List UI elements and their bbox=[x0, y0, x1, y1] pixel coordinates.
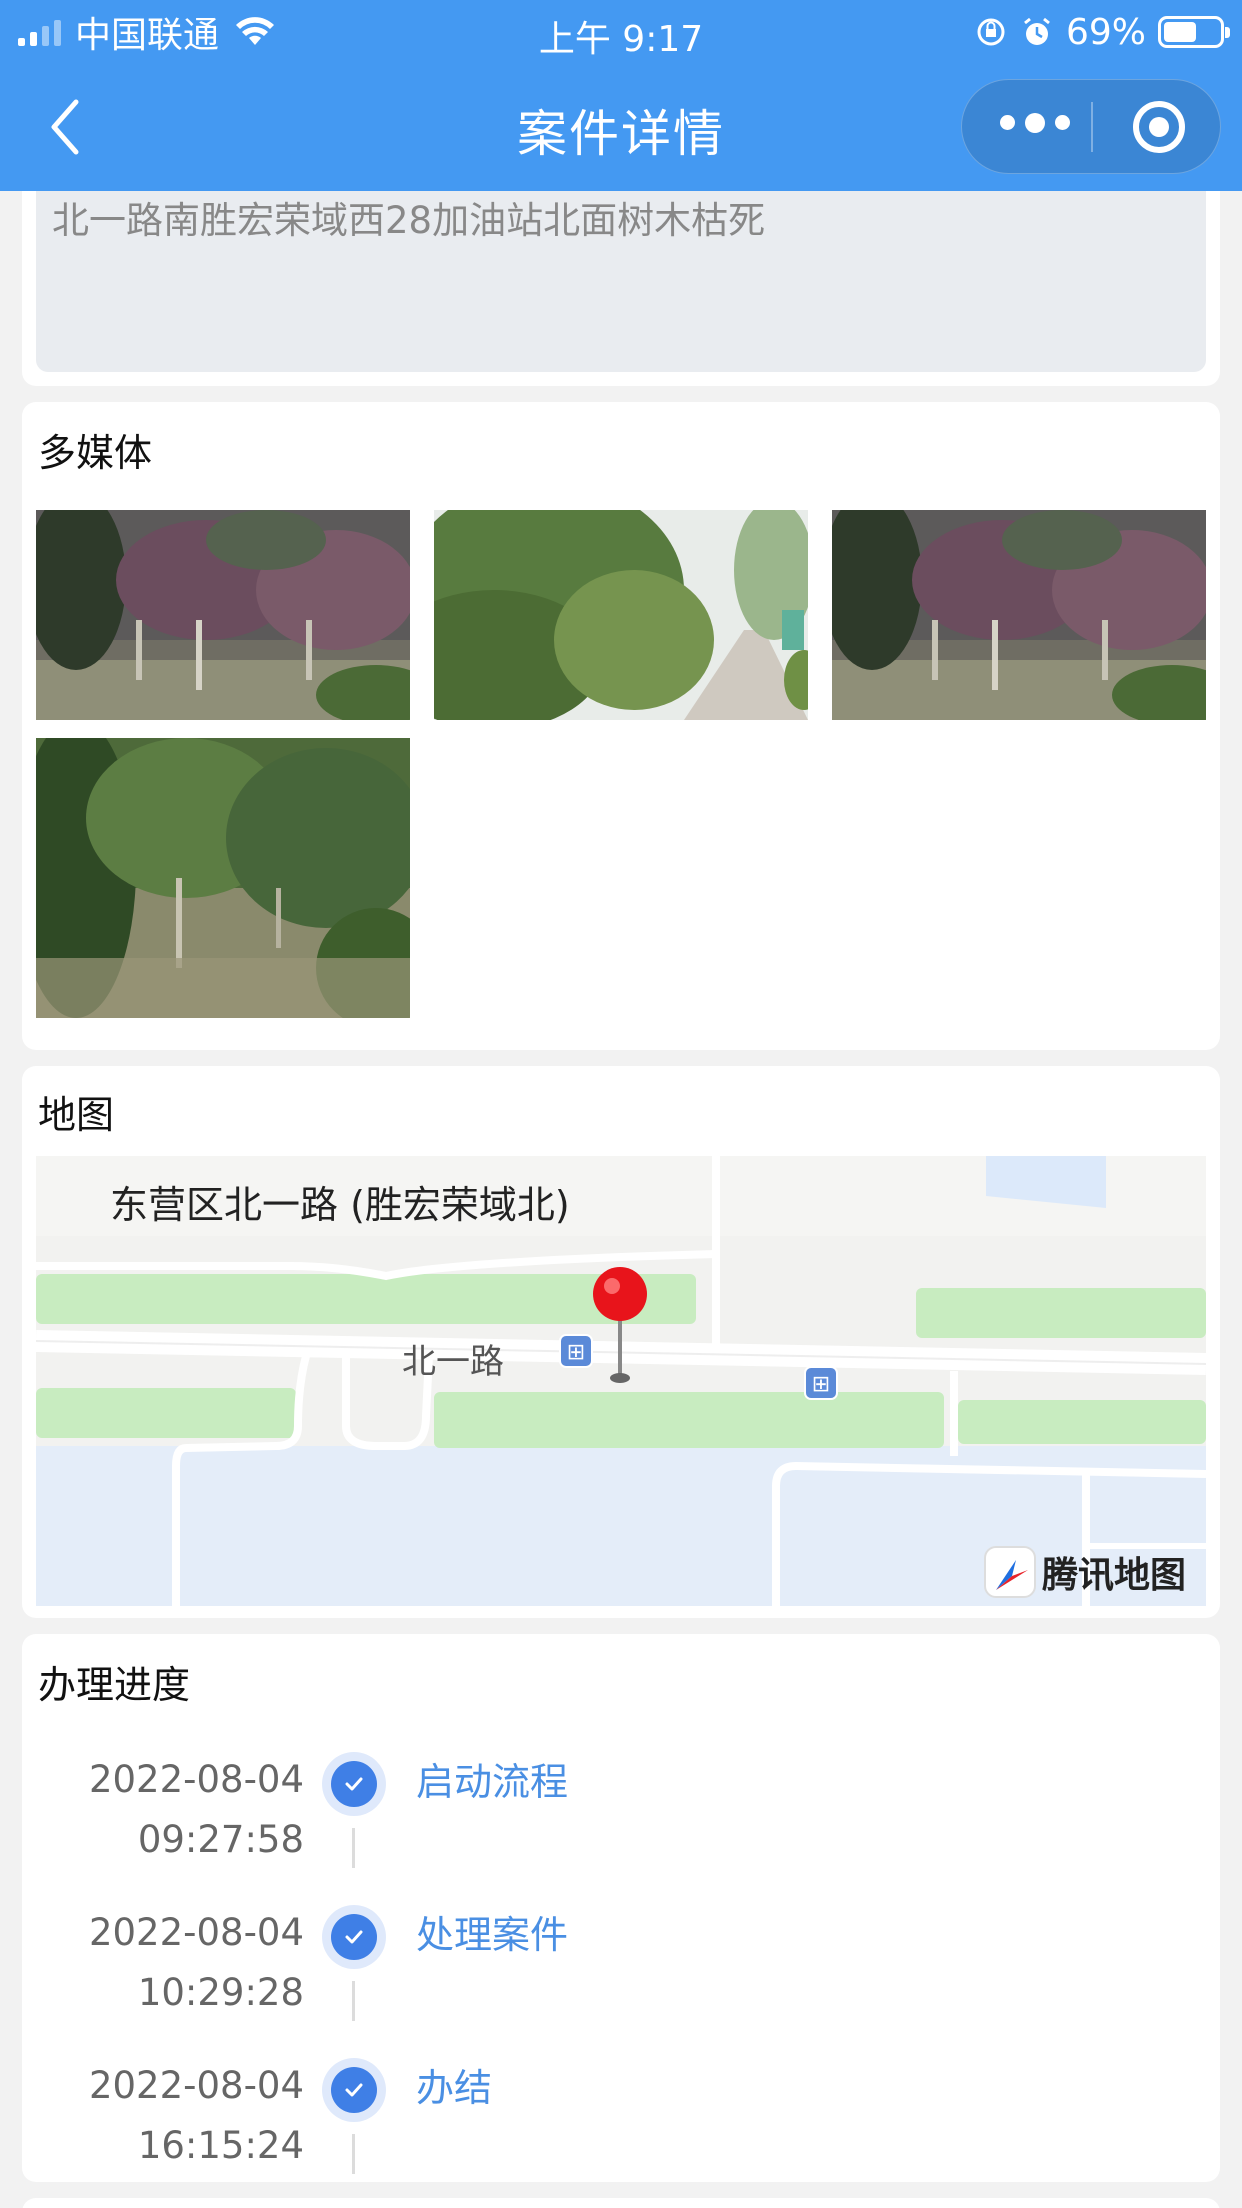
orientation-lock-icon bbox=[977, 18, 1005, 46]
step-date: 2022-08-04 bbox=[88, 2064, 304, 2107]
step-date: 2022-08-04 bbox=[88, 1911, 304, 1954]
battery-percent: 69% bbox=[1065, 11, 1146, 53]
map-road-label: 北一路 bbox=[402, 1342, 504, 1382]
bus-stop-icon: ⊞ bbox=[804, 1366, 838, 1400]
map-card: 地图 东营区北一路 (胜宏荣域北) 北一路 ⊞ ⊞ 腾讯地图 bbox=[22, 1066, 1220, 1618]
step-label: 处理案件 bbox=[416, 1913, 569, 1957]
alarm-icon bbox=[1024, 17, 1050, 45]
media-thumb-2[interactable] bbox=[434, 510, 808, 720]
step-datetime: 2022-08-04 09:27:58 bbox=[89, 1750, 304, 1870]
header: 中国联通 上午 9:17 69% 案件详情 bbox=[0, 0, 1242, 191]
capsule-divider bbox=[1091, 102, 1093, 152]
media-thumb-1[interactable] bbox=[36, 510, 410, 720]
mini-program-capsule bbox=[961, 79, 1221, 174]
step-date: 2022-08-04 bbox=[88, 1758, 304, 1801]
step-datetime: 2022-08-04 10:29:28 bbox=[89, 1903, 304, 2023]
media-thumb-3[interactable] bbox=[832, 510, 1206, 720]
battery-icon bbox=[1158, 16, 1230, 48]
timeline-connector bbox=[352, 2134, 355, 2174]
progress-section-title: 办理进度 bbox=[38, 1663, 191, 1707]
tencent-map-icon bbox=[983, 1546, 1036, 1598]
map-provider-logo: 腾讯地图 bbox=[983, 1546, 1186, 1598]
target-icon[interactable] bbox=[1133, 101, 1185, 153]
media-card: 多媒体 bbox=[22, 402, 1220, 1050]
progress-card: 办理进度 2022-08-04 09:27:58 启动流程 2022-08-04… bbox=[22, 1634, 1220, 2182]
status-bar: 中国联通 上午 9:17 69% bbox=[0, 0, 1242, 62]
description-box: 北一路南胜宏荣域西28加油站北面树木枯死 bbox=[36, 190, 1206, 372]
description-text: 北一路南胜宏荣域西28加油站北面树木枯死 bbox=[52, 199, 766, 242]
step-time: 10:29:28 bbox=[137, 1971, 304, 2014]
step-label: 启动流程 bbox=[416, 1760, 569, 1804]
progress-step: 2022-08-04 10:29:28 处理案件 bbox=[22, 1893, 1220, 2043]
check-icon bbox=[322, 1905, 386, 1969]
bus-stop-icon: ⊞ bbox=[559, 1334, 593, 1368]
timeline-connector bbox=[352, 1828, 355, 1868]
check-icon bbox=[322, 2058, 386, 2122]
map-location-label: 东营区北一路 (胜宏荣域北) bbox=[110, 1183, 570, 1227]
next-card-edge bbox=[22, 2198, 1220, 2208]
map-view[interactable]: 东营区北一路 (胜宏荣域北) 北一路 ⊞ ⊞ 腾讯地图 bbox=[36, 1156, 1206, 1606]
step-label: 办结 bbox=[416, 2066, 493, 2110]
map-section-title: 地图 bbox=[38, 1093, 115, 1137]
check-icon bbox=[322, 1752, 386, 1816]
progress-step: 2022-08-04 16:15:24 办结 bbox=[22, 2046, 1220, 2196]
map-provider-text: 腾讯地图 bbox=[1041, 1555, 1186, 1596]
navbar: 案件详情 bbox=[0, 62, 1242, 191]
progress-step: 2022-08-04 09:27:58 启动流程 bbox=[22, 1740, 1220, 1890]
media-thumb-4[interactable] bbox=[36, 738, 410, 1018]
step-datetime: 2022-08-04 16:15:24 bbox=[89, 2056, 304, 2176]
timeline-connector bbox=[352, 1981, 355, 2021]
media-section-title: 多媒体 bbox=[38, 431, 153, 475]
step-time: 16:15:24 bbox=[137, 2124, 304, 2167]
step-time: 09:27:58 bbox=[137, 1818, 304, 1861]
more-dots-icon[interactable] bbox=[1000, 113, 1070, 133]
